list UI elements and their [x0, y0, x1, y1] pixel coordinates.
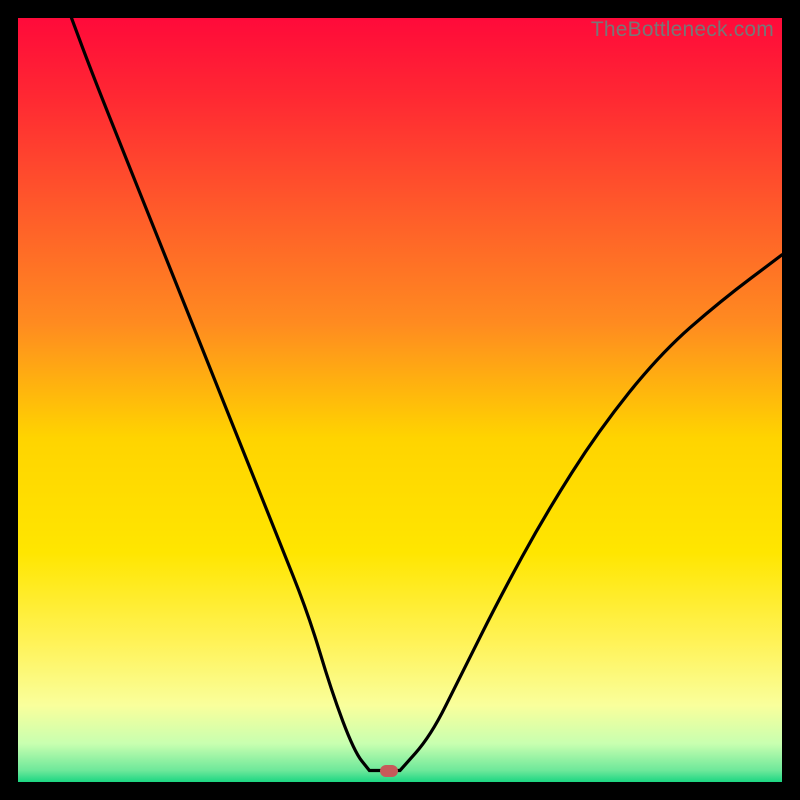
- plot-area: TheBottleneck.com: [18, 18, 782, 782]
- bottleneck-curve: [18, 18, 782, 782]
- chart-frame: TheBottleneck.com: [0, 0, 800, 800]
- bottleneck-marker: [380, 765, 398, 777]
